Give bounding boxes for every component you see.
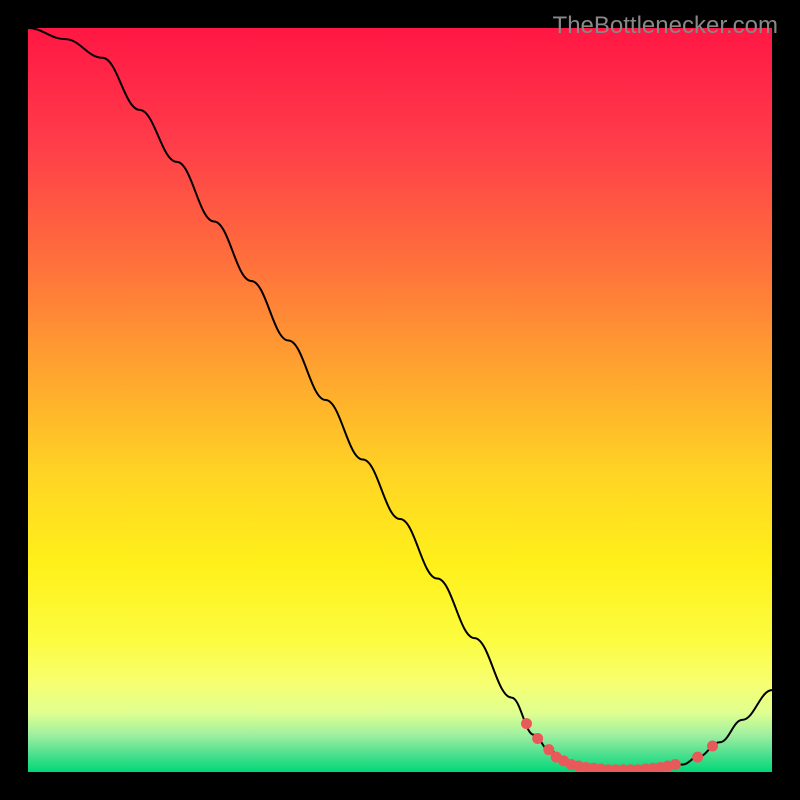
- data-dot: [707, 740, 718, 751]
- chart-container: [28, 28, 772, 772]
- watermark-text: TheBottlenecker.com: [553, 12, 778, 40]
- data-dot: [670, 759, 681, 770]
- gradient-background: [28, 28, 772, 772]
- chart-svg: [28, 28, 772, 772]
- data-dot: [532, 733, 543, 744]
- data-dot: [521, 718, 532, 729]
- data-dot: [692, 752, 703, 763]
